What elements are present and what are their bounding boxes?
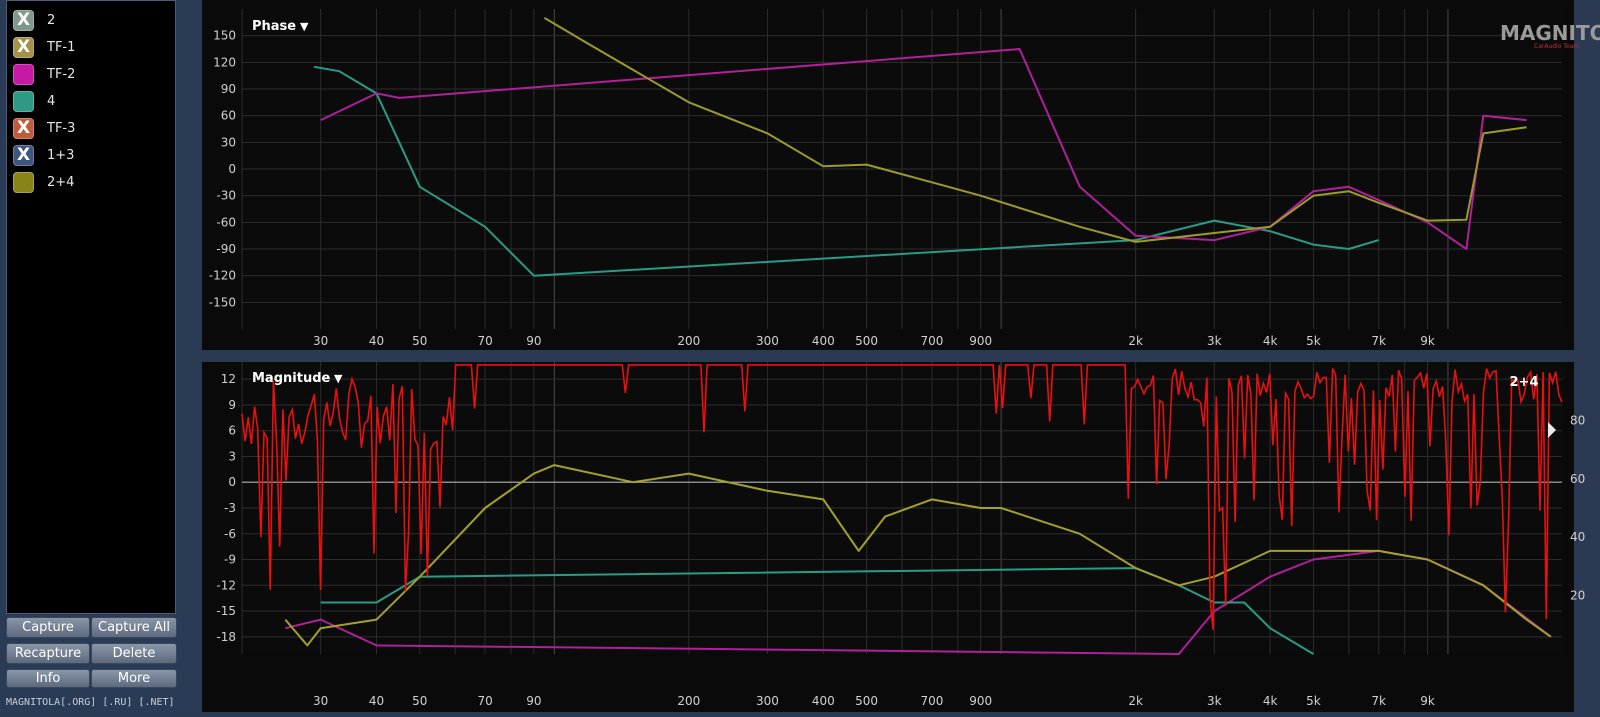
graph-svg: 1501209060300-30-60-90-120-150129630-3-6… — [200, 0, 1600, 713]
x-tick-label: 900 — [969, 334, 992, 348]
phase-y-tick-label: 150 — [213, 29, 236, 43]
x-tick-label: 200 — [677, 334, 700, 348]
magnitude-y-tick-label: -9 — [224, 553, 236, 567]
x-tick-label: 30 — [313, 334, 328, 348]
x-tick-label: 700 — [920, 694, 943, 708]
magnitude-y-tick-label: 0 — [228, 475, 236, 489]
phase-y-tick-label: -60 — [216, 215, 236, 229]
x-tick-label: 7k — [1371, 334, 1386, 348]
svg-text:CarAudio Team: CarAudio Team — [1534, 43, 1579, 50]
phase-y-tick-label: -90 — [216, 242, 236, 256]
trace-color-swatch[interactable] — [13, 90, 34, 112]
trace-label: 2 — [47, 12, 56, 28]
x-tick-label: 400 — [812, 334, 835, 348]
capture-all-button[interactable]: Capture All — [91, 617, 177, 638]
x-tick-label: 9k — [1420, 694, 1435, 708]
x-tick-label: 70 — [477, 694, 492, 708]
magnitude-y-tick-label: -18 — [216, 630, 236, 644]
magnitude-y-tick-label: 9 — [228, 398, 236, 412]
trace-hidden-x-icon[interactable]: X — [13, 117, 34, 139]
magnitude-y-tick-label: -6 — [224, 527, 236, 541]
x-tick-label: 500 — [855, 334, 878, 348]
magnitude-y-tick-label: -15 — [216, 604, 236, 618]
x-tick-label: 3k — [1207, 334, 1222, 348]
x-tick-label: 300 — [756, 694, 779, 708]
x-tick-label: 70 — [477, 334, 492, 348]
phase-y-tick-label: 0 — [228, 162, 236, 176]
x-tick-label: 5k — [1306, 334, 1321, 348]
x-tick-label: 700 — [920, 334, 943, 348]
phase-y-tick-label: 120 — [213, 55, 236, 69]
x-tick-label: 2k — [1128, 694, 1143, 708]
phase-title[interactable]: Phase — [252, 19, 296, 34]
trace-label: 1+3 — [47, 147, 75, 163]
phase-y-tick-label: 30 — [221, 135, 236, 149]
x-tick-label: 9k — [1420, 334, 1435, 348]
capture-button[interactable]: Capture — [6, 617, 90, 638]
phase-y-tick-label: -120 — [209, 269, 236, 283]
svg-text:MAGNITOLA: MAGNITOLA — [1500, 21, 1600, 45]
x-tick-label: 5k — [1306, 694, 1321, 708]
x-tick-label: 4k — [1263, 334, 1278, 348]
trace-color-swatch[interactable] — [13, 171, 34, 193]
trace-item[interactable]: 2+4 — [13, 171, 74, 193]
magnitude-y-tick-label: 12 — [221, 372, 236, 386]
x-tick-label: 90 — [526, 694, 541, 708]
trace-label: TF-1 — [47, 39, 76, 55]
trace-list: X 2 X TF-1 TF-2 4 X TF-3 X 1+3 2+4 — [6, 0, 176, 614]
x-tick-label: 400 — [812, 694, 835, 708]
trace-item[interactable]: X TF-3 — [13, 117, 75, 139]
magnitude-y-tick-label: -12 — [216, 578, 236, 592]
info-button[interactable]: Info — [6, 669, 90, 688]
x-tick-label: 7k — [1371, 694, 1386, 708]
more-button[interactable]: More — [91, 669, 177, 688]
phase-y-tick-label: 60 — [221, 109, 236, 123]
selected-trace-badge: 2+4 — [1510, 375, 1539, 390]
coherence-tick-label: 60 — [1570, 472, 1585, 486]
trace-hidden-x-icon[interactable]: X — [13, 9, 34, 31]
x-tick-label: 2k — [1128, 334, 1143, 348]
trace-item[interactable]: X2 — [13, 9, 55, 31]
x-tick-label: 4k — [1263, 694, 1278, 708]
x-tick-label: 30 — [313, 694, 328, 708]
phase-y-tick-label: -150 — [209, 295, 236, 309]
trace-label: TF-3 — [47, 120, 76, 136]
x-tick-label: 90 — [526, 334, 541, 348]
coherence-tick-label: 40 — [1570, 530, 1585, 544]
magnitude-y-tick-label: 3 — [228, 449, 236, 463]
phase-menu-caret[interactable]: ▼ — [300, 20, 309, 33]
trace-item[interactable]: X 1+3 — [13, 144, 74, 166]
x-tick-label: 40 — [369, 694, 384, 708]
trace-item[interactable]: 4 — [13, 90, 55, 112]
watermark-footer: MAGNITOLA[.ORG] [.RU] [.NET] — [6, 697, 175, 708]
sidebar: X 2 X TF-1 TF-2 4 X TF-3 X 1+3 2+4 Capture Capture… — [0, 0, 200, 713]
trace-label: 2+4 — [47, 174, 75, 190]
delete-button[interactable]: Delete — [91, 643, 177, 664]
x-tick-label: 50 — [412, 694, 427, 708]
magnitude-y-tick-label: -3 — [224, 501, 236, 515]
trace-label: TF-2 — [47, 66, 76, 82]
coherence-tick-label: 80 — [1570, 413, 1585, 427]
x-tick-label: 50 — [412, 334, 427, 348]
trace-label: 4 — [47, 93, 56, 109]
magnitude-title[interactable]: Magnitude — [252, 371, 331, 386]
phase-y-tick-label: -30 — [216, 189, 236, 203]
trace-hidden-x-icon[interactable]: X — [13, 144, 34, 166]
trace-item[interactable]: TF-2 — [13, 63, 75, 85]
trace-color-swatch[interactable] — [13, 63, 34, 85]
recapture-button[interactable]: Recapture — [6, 643, 90, 664]
x-tick-label: 3k — [1207, 694, 1222, 708]
magnitude-menu-caret[interactable]: ▼ — [334, 372, 343, 385]
graph-area: 150 120 90 60 30 0 -30 -60 -90 -120 -150 12 9 6 3 0 -3 -6… — [200, 0, 1600, 713]
x-tick-label: 900 — [969, 694, 992, 708]
x-tick-label: 500 — [855, 694, 878, 708]
x-tick-label: 40 — [369, 334, 384, 348]
trace-item[interactable]: X TF-1 — [13, 36, 75, 58]
magnitude-y-tick-label: 6 — [228, 424, 236, 438]
x-tick-label: 300 — [756, 334, 779, 348]
phase-y-tick-label: 90 — [221, 82, 236, 96]
coherence-tick-label: 20 — [1570, 589, 1585, 603]
x-tick-label: 200 — [677, 694, 700, 708]
trace-hidden-x-icon[interactable]: X — [13, 36, 34, 58]
